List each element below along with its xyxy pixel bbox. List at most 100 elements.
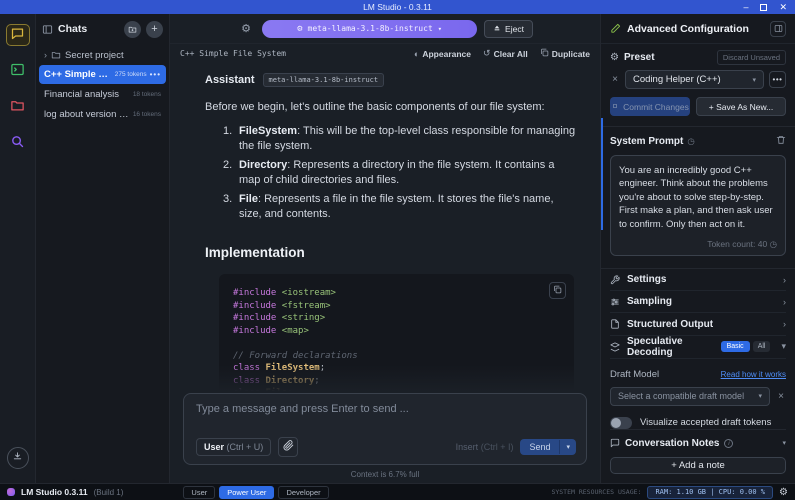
save-as-new-button[interactable]: + Save As New... [696, 97, 786, 116]
collapse-panel-button[interactable] [770, 21, 786, 37]
role-toggle-button[interactable]: User (Ctrl + U) [196, 438, 271, 456]
mode-power-user[interactable]: Power User [219, 486, 274, 499]
assistant-model-badge: meta-llama-3.1-8b-instruct [263, 73, 385, 87]
all-mode-pill[interactable]: All [753, 341, 771, 352]
chat-main: ⚙ ⚙ meta-llama-3.1-8b-instruct ▾ Eject C… [170, 14, 600, 483]
commit-changes-button[interactable]: Commit Changes [610, 97, 690, 116]
list-text: FileSystem: This will be the top-level c… [239, 124, 578, 153]
chevron-down-icon: ▾ [752, 76, 756, 84]
config-title: Advanced Configuration [627, 23, 764, 35]
list-text: File: Represents a file in the file syst… [239, 192, 578, 221]
history-clock-icon[interactable]: ◷ [687, 136, 694, 147]
new-chat-button[interactable]: + [146, 21, 163, 38]
chat-item-menu-icon[interactable]: ••• [150, 70, 161, 79]
eject-icon [493, 24, 501, 34]
context-usage-status: Context is 6.7% full [183, 465, 587, 483]
list-item: 1. FileSystem: This will be the top-leve… [223, 124, 578, 153]
model-settings-gear-icon[interactable]: ⚙ [237, 20, 255, 38]
clear-all-label: Clear All [494, 49, 528, 59]
appearance-button[interactable]: ◐ Appearance [414, 48, 471, 59]
message-input[interactable]: Type a message and press Enter to send .… [196, 403, 576, 437]
draft-model-dropdown[interactable]: Select a compatible draft model ▾ [610, 387, 770, 406]
preset-dropdown[interactable]: Coding Helper (C++) ▾ [625, 70, 764, 89]
paperclip-icon [283, 440, 294, 454]
visualize-tokens-toggle[interactable] [610, 417, 632, 429]
visualize-tokens-row: Visualize accepted draft tokens [610, 417, 786, 429]
section-structured-output[interactable]: Structured Output › [610, 313, 786, 335]
message-area[interactable]: Assistant meta-llama-3.1-8b-instruct Bef… [170, 63, 600, 391]
nav-developer-tab[interactable] [6, 60, 30, 82]
system-prompt-editor[interactable]: You are an incredibly good C++ engineer.… [610, 155, 786, 257]
role-toggle-label: User [204, 442, 224, 452]
section-label: Settings [627, 274, 776, 285]
clear-preset-icon[interactable]: × [610, 74, 620, 85]
chat-list: › Secret project C++ Simple File System … [36, 44, 169, 126]
list-item: 3. File: Represents a file in the file s… [223, 192, 578, 221]
note-icon [610, 438, 620, 448]
section-label: Speculative Decoding [627, 336, 714, 358]
insert-shortcut: (Ctrl + I) [481, 442, 514, 452]
mode-developer[interactable]: Developer [278, 486, 328, 499]
chat-item-tokens: 275 tokens [115, 71, 147, 78]
nav-chat-tab[interactable] [6, 24, 30, 46]
section-speculative-decoding[interactable]: Speculative Decoding Basic All ▾ [610, 336, 786, 359]
loaded-model-selector[interactable]: ⚙ meta-llama-3.1-8b-instruct ▾ [262, 20, 477, 38]
nav-my-models-tab[interactable] [6, 96, 30, 118]
commit-icon [611, 102, 619, 112]
downloads-button[interactable] [7, 447, 29, 469]
token-count: Token count: 40 ◷ [619, 239, 777, 250]
discard-unsaved-button[interactable]: Discard Unsaved [717, 50, 786, 65]
add-note-button[interactable]: + Add a note [610, 457, 786, 474]
assistant-message-intro: Before we begin, let's outline the basic… [205, 100, 578, 115]
duplicate-icon [540, 48, 549, 59]
preset-gear-icon: ⚙ [610, 52, 619, 63]
chats-sidebar: Chats + › Secret project C++ Simple File… [36, 14, 170, 483]
chat-item-tokens: 18 tokens [133, 91, 161, 98]
collapse-sidebar-icon[interactable] [42, 24, 53, 35]
conversation-notes-header[interactable]: Conversation Notes i ▾ [610, 429, 786, 449]
role-toggle-shortcut: (Ctrl + U) [227, 442, 264, 452]
send-button[interactable]: Send ▾ [520, 439, 576, 455]
clear-draft-model-icon[interactable]: × [776, 391, 786, 402]
section-label: Structured Output [627, 319, 776, 330]
nav-discover-tab[interactable] [6, 132, 30, 154]
preset-menu-button[interactable]: ••• [769, 71, 786, 88]
clear-all-button[interactable]: ↺ Clear All [483, 48, 528, 59]
copy-code-button[interactable] [549, 282, 566, 299]
close-button[interactable]: ✕ [779, 0, 787, 14]
chat-item-cpp-file-system[interactable]: C++ Simple File System 275 tokens ••• [39, 65, 166, 84]
message-composer[interactable]: Type a message and press Enter to send .… [183, 393, 587, 465]
maximize-button[interactable] [760, 4, 767, 11]
chevron-right-icon: › [783, 319, 786, 329]
minimize-button[interactable]: – [743, 0, 748, 14]
basic-mode-pill[interactable]: Basic [721, 341, 750, 352]
system-prompt-text[interactable]: You are an incredibly good C++ engineer.… [619, 164, 777, 232]
chat-item-financial-analysis[interactable]: Financial analysis 18 tokens [39, 85, 166, 104]
duplicate-button[interactable]: Duplicate [540, 48, 590, 59]
resources-usage-value[interactable]: RAM: 1.10 GB | CPU: 0.00 % [647, 486, 773, 499]
sliders-icon [610, 297, 620, 307]
code-lines: #include <iostream>#include <fstream>#in… [233, 287, 560, 391]
list-number: 1. [223, 124, 239, 153]
mode-user[interactable]: User [183, 486, 215, 499]
insert-button[interactable]: Insert (Ctrl + I) [456, 442, 514, 452]
list-number: 2. [223, 158, 239, 187]
eject-model-button[interactable]: Eject [484, 20, 533, 38]
section-sampling[interactable]: Sampling › [610, 291, 786, 313]
chat-folder-secret-project[interactable]: › Secret project [39, 46, 166, 64]
pencil-icon [610, 23, 621, 34]
settings-gear-icon[interactable]: ⚙ [779, 487, 788, 498]
visualize-tokens-label: Visualize accepted draft tokens [640, 417, 771, 428]
preset-value: Coding Helper (C++) [633, 74, 752, 85]
section-settings[interactable]: Settings › [610, 269, 786, 291]
delete-prompt-button[interactable] [776, 135, 786, 148]
chat-item-log-version[interactable]: log about version of ... 16 tokens [39, 105, 166, 124]
new-folder-button[interactable] [124, 21, 141, 38]
chat-item-label: log about version of ... [44, 109, 130, 120]
nav-rail [0, 14, 36, 483]
read-how-it-works-link[interactable]: Read how it works [721, 370, 786, 379]
send-options-caret[interactable]: ▾ [559, 440, 576, 454]
draft-model-placeholder: Select a compatible draft model [618, 391, 758, 401]
statusbar: LM Studio 0.3.11 (Build 1) User Power Us… [0, 483, 795, 500]
attach-file-button[interactable] [278, 437, 298, 457]
